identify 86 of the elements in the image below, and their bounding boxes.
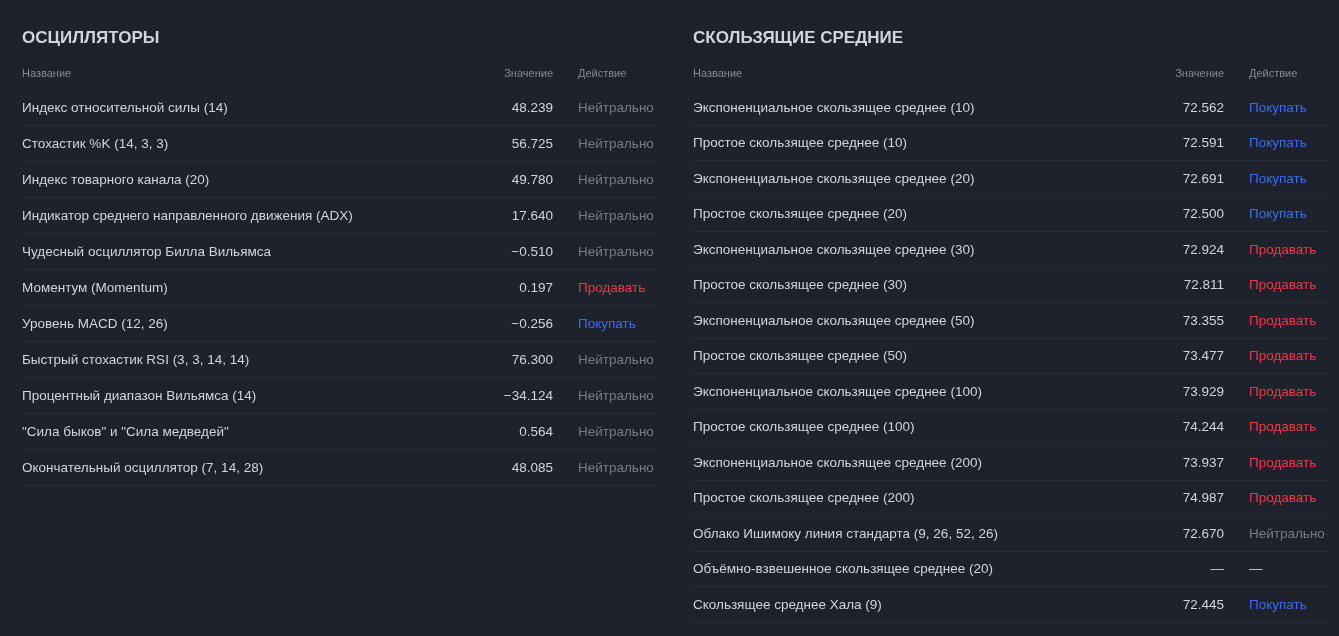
action-label: Покупать bbox=[1249, 170, 1308, 186]
indicator-name: Быстрый стохастик RSI (3, 3, 14, 14) bbox=[22, 352, 251, 367]
column-header: Название bbox=[693, 67, 744, 79]
indicator-value: 0.564 bbox=[518, 424, 553, 439]
indicator-value: 73.929 bbox=[1181, 383, 1224, 399]
action-label: Продавать bbox=[1249, 419, 1318, 435]
indicator-name: Простое скользящее среднее (200) bbox=[693, 490, 916, 506]
action-label: Продавать bbox=[1249, 241, 1318, 257]
action-label: Нейтрально bbox=[578, 136, 655, 151]
action-label: Покупать bbox=[1249, 99, 1308, 115]
indicator-value: 48.085 bbox=[510, 460, 553, 475]
indicator-value: −34.124 bbox=[502, 388, 553, 403]
action-label: Продавать bbox=[578, 280, 647, 295]
action-label: Нейтрально bbox=[578, 172, 655, 187]
section-title: ОСЦИЛЛЯТОРЫ bbox=[22, 27, 161, 49]
indicator-value: 72.924 bbox=[1181, 241, 1224, 257]
indicator-name: Процентный диапазон Вильямса (14) bbox=[22, 388, 258, 403]
indicator-value: 72.811 bbox=[1182, 277, 1224, 293]
indicator-name: Окончательный осциллятор (7, 14, 28) bbox=[22, 460, 265, 475]
indicator-name: Простое скользящее среднее (30) bbox=[693, 277, 908, 293]
indicator-value: 17.640 bbox=[510, 208, 553, 223]
action-label: Покупать bbox=[1249, 206, 1308, 222]
indicator-value: 74.987 bbox=[1181, 490, 1224, 506]
indicator-name: Экспоненциальное скользящее среднее (30) bbox=[693, 241, 976, 257]
action-label: Нейтрально bbox=[578, 424, 655, 439]
column-header: Действие bbox=[578, 67, 628, 79]
action-label: Продавать bbox=[1249, 490, 1318, 506]
indicator-name: Экспоненциальное скользящее среднее (200) bbox=[693, 454, 983, 470]
indicator-name: Облако Ишимоку линия стандарта (9, 26, 52, 26) bbox=[693, 525, 999, 541]
indicator-name: Простое скользящее среднее (50) bbox=[693, 348, 908, 364]
action-label: Продавать bbox=[1249, 383, 1318, 399]
action-label: Нейтрально bbox=[578, 388, 655, 403]
column-header: Значение bbox=[1174, 67, 1224, 79]
indicator-value: −0.510 bbox=[510, 244, 553, 259]
indicator-name: Уровень MACD (12, 26) bbox=[22, 316, 169, 331]
indicator-value: — bbox=[1209, 561, 1224, 577]
indicator-value: 72.562 bbox=[1181, 99, 1224, 115]
action-label: Нейтрально bbox=[578, 208, 655, 223]
indicator-name: Моментум (Momentum) bbox=[22, 280, 169, 295]
column-header: Действие bbox=[1249, 67, 1299, 79]
indicator-name: "Сила быков" и "Сила медведей" bbox=[22, 424, 230, 439]
indicator-name: Экспоненциальное скользящее среднее (10) bbox=[693, 99, 976, 115]
indicator-name: Индикатор среднего направленного движения (ADX) bbox=[22, 208, 354, 223]
indicator-name: Объёмно-взвешенное скользящее среднее (20) bbox=[693, 561, 994, 577]
indicator-value: 76.300 bbox=[510, 352, 553, 367]
indicator-value: 74.244 bbox=[1181, 419, 1224, 435]
action-label: — bbox=[1249, 561, 1264, 577]
column-header: Название bbox=[22, 67, 73, 79]
indicator-value: 72.670 bbox=[1181, 525, 1224, 541]
action-label: Нейтрально bbox=[578, 244, 655, 259]
action-label: Нейтрально bbox=[578, 352, 655, 367]
action-label: Продавать bbox=[1249, 454, 1318, 470]
indicator-value: 56.725 bbox=[510, 136, 553, 151]
indicator-name: Простое скользящее среднее (10) bbox=[693, 135, 908, 151]
indicator-name: Простое скользящее среднее (20) bbox=[693, 206, 908, 222]
indicator-name: Стохастик %K (14, 3, 3) bbox=[22, 136, 170, 151]
action-label: Покупать bbox=[1249, 135, 1308, 151]
action-label: Продавать bbox=[1249, 312, 1318, 328]
action-label: Покупать bbox=[1249, 596, 1308, 612]
indicator-name: Скользящее среднее Хала (9) bbox=[693, 596, 883, 612]
indicator-name: Экспоненциальное скользящее среднее (20) bbox=[693, 170, 976, 186]
section-title: СКОЛЬЗЯЩИЕ СРЕДНИЕ bbox=[693, 27, 905, 49]
indicator-value: 49.780 bbox=[510, 172, 553, 187]
indicator-value: −0.256 bbox=[510, 316, 553, 331]
action-label: Продавать bbox=[1249, 348, 1318, 364]
indicator-name: Простое скользящее среднее (100) bbox=[693, 419, 916, 435]
action-label: Нейтрально bbox=[578, 100, 655, 115]
indicator-value: 0.197 bbox=[518, 280, 553, 295]
action-label: Продавать bbox=[1249, 277, 1318, 293]
indicator-value: 73.937 bbox=[1181, 454, 1224, 470]
indicator-value: 72.591 bbox=[1181, 135, 1224, 151]
indicator-name: Чудесный осциллятор Билла Вильямса bbox=[22, 244, 272, 259]
indicator-name: Экспоненциальное скользящее среднее (50) bbox=[693, 312, 976, 328]
indicator-value: 48.239 bbox=[510, 100, 553, 115]
indicator-value: 72.691 bbox=[1181, 170, 1224, 186]
indicator-value: 73.355 bbox=[1181, 312, 1224, 328]
action-label: Нейтрально bbox=[578, 460, 655, 475]
indicator-name: Экспоненциальное скользящее среднее (100) bbox=[693, 383, 983, 399]
action-label: Нейтрально bbox=[1249, 525, 1326, 541]
indicator-name: Индекс товарного канала (20) bbox=[22, 172, 211, 187]
column-header: Значение bbox=[503, 67, 553, 79]
indicator-value: 73.477 bbox=[1181, 348, 1224, 364]
indicator-value: 72.500 bbox=[1181, 206, 1224, 222]
indicator-name: Индекс относительной силы (14) bbox=[22, 100, 229, 115]
action-label: Покупать bbox=[578, 316, 637, 331]
indicator-value: 72.445 bbox=[1181, 596, 1224, 612]
